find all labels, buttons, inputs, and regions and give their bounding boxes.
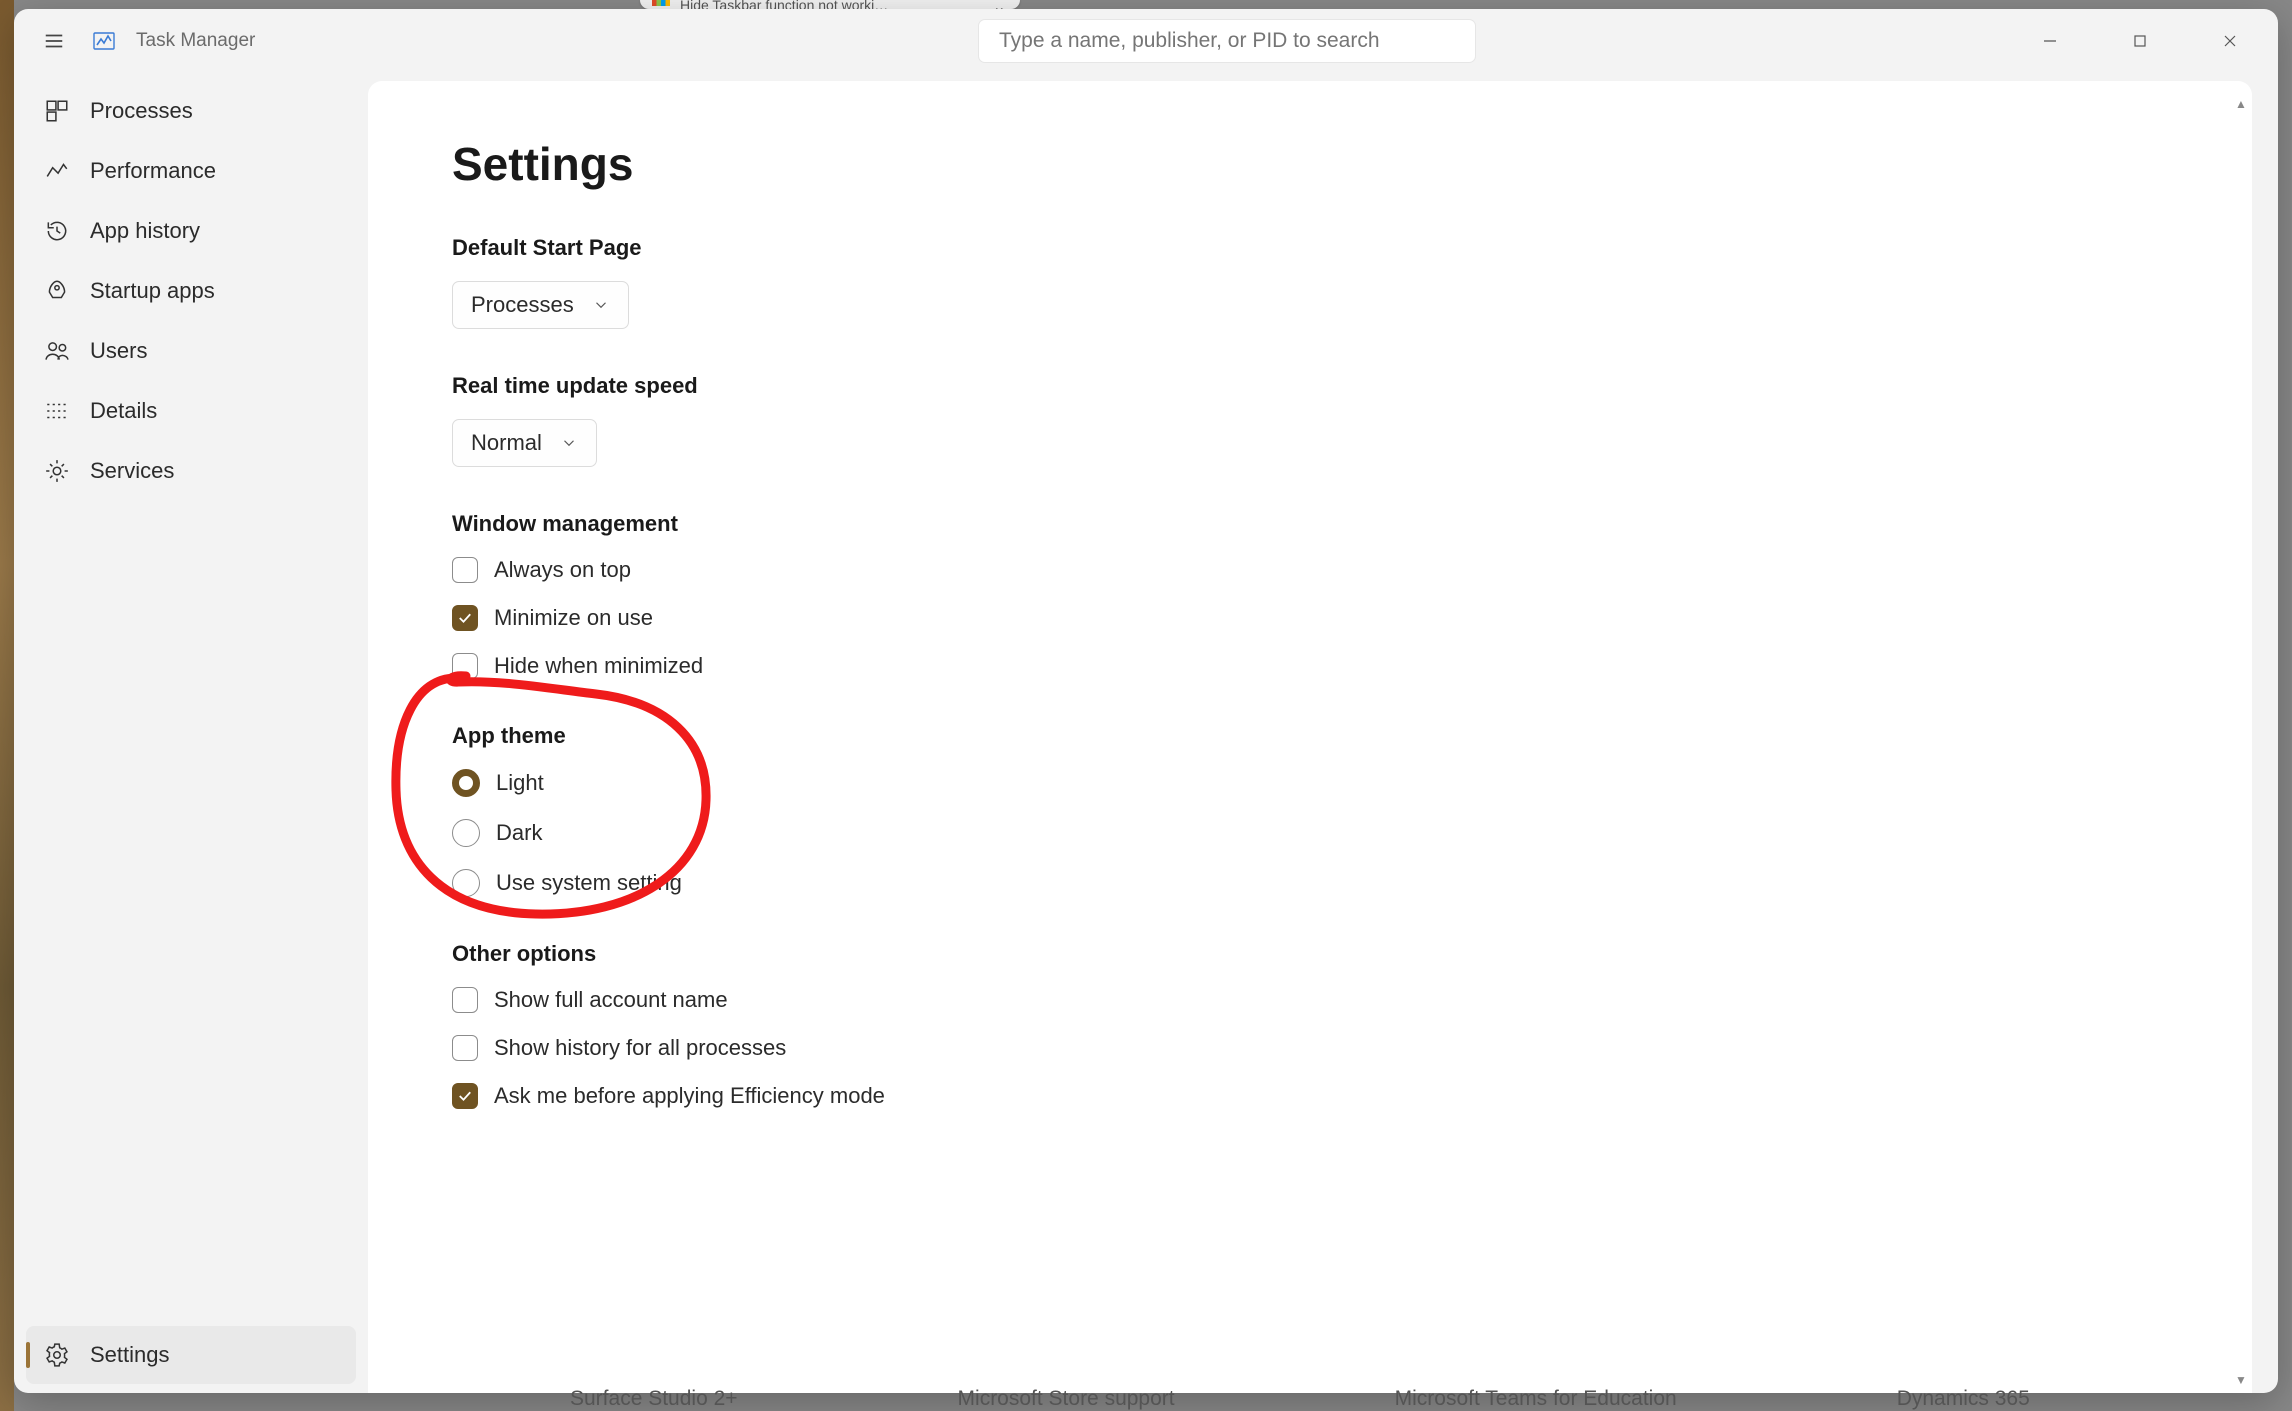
checkbox-label: Always on top bbox=[494, 557, 631, 583]
group-app-theme: App theme Light Dark Use system setting bbox=[452, 723, 2168, 897]
radio-light[interactable]: Light bbox=[452, 769, 2168, 797]
sidebar-item-startup-apps[interactable]: Startup apps bbox=[26, 262, 356, 320]
details-icon bbox=[44, 398, 70, 424]
sidebar: Processes Performance App history Startu… bbox=[14, 73, 368, 1393]
radio-icon bbox=[452, 869, 480, 897]
hamburger-icon bbox=[43, 30, 65, 52]
dropdown-value: Normal bbox=[471, 430, 542, 456]
checkbox-label: Show full account name bbox=[494, 987, 728, 1013]
footer-link[interactable]: Microsoft Store support bbox=[958, 1387, 1175, 1411]
sidebar-item-users[interactable]: Users bbox=[26, 322, 356, 380]
update-speed-label: Real time update speed bbox=[452, 373, 2168, 399]
sidebar-item-app-history[interactable]: App history bbox=[26, 202, 356, 260]
sidebar-item-label: Processes bbox=[90, 98, 193, 124]
performance-icon bbox=[44, 158, 70, 184]
checkbox-show-full-account-name[interactable]: Show full account name bbox=[452, 987, 2168, 1013]
sidebar-item-label: Settings bbox=[90, 1342, 170, 1368]
radio-dark[interactable]: Dark bbox=[452, 819, 2168, 847]
checkmark-icon bbox=[456, 609, 474, 627]
checkbox-hide-when-minimized[interactable]: Hide when minimized bbox=[452, 653, 2168, 679]
checkbox-label: Minimize on use bbox=[494, 605, 653, 631]
checkbox-icon bbox=[452, 557, 478, 583]
task-manager-window: Task Manager Processes bbox=[14, 9, 2278, 1393]
sidebar-item-processes[interactable]: Processes bbox=[26, 82, 356, 140]
desktop-background-stripe bbox=[0, 0, 14, 1411]
checkbox-icon bbox=[452, 605, 478, 631]
services-icon bbox=[44, 458, 70, 484]
group-update-speed: Real time update speed Normal bbox=[452, 373, 2168, 467]
other-options-label: Other options bbox=[452, 941, 2168, 967]
history-icon bbox=[44, 218, 70, 244]
chevron-down-icon bbox=[560, 434, 578, 452]
app-theme-label: App theme bbox=[452, 723, 2168, 749]
tab-favicon bbox=[652, 0, 670, 6]
maximize-icon bbox=[2132, 33, 2148, 49]
sidebar-item-settings[interactable]: Settings bbox=[26, 1326, 356, 1384]
radio-label: Light bbox=[496, 770, 544, 796]
page-title: Settings bbox=[452, 137, 2168, 191]
settings-panel: ▲ ▼ Settings Default Start Page Processe… bbox=[368, 81, 2252, 1393]
sidebar-item-label: Services bbox=[90, 458, 174, 484]
radio-label: Dark bbox=[496, 820, 542, 846]
search-input[interactable] bbox=[997, 28, 1457, 54]
window-management-label: Window management bbox=[452, 511, 2168, 537]
group-default-start-page: Default Start Page Processes bbox=[452, 235, 2168, 329]
chevron-down-icon bbox=[592, 296, 610, 314]
checkbox-efficiency-mode-prompt[interactable]: Ask me before applying Efficiency mode bbox=[452, 1083, 2168, 1109]
checkbox-minimize-on-use[interactable]: Minimize on use bbox=[452, 605, 2168, 631]
checkbox-icon bbox=[452, 1035, 478, 1061]
background-browser-tab[interactable]: Hide Taskbar function not worki… ⌄ bbox=[640, 0, 1020, 9]
checkbox-show-history-all-processes[interactable]: Show history for all processes bbox=[452, 1035, 2168, 1061]
maximize-button[interactable] bbox=[2104, 17, 2176, 65]
radio-icon bbox=[452, 769, 480, 797]
content-area: ▲ ▼ Settings Default Start Page Processe… bbox=[368, 73, 2278, 1393]
checkbox-icon bbox=[452, 653, 478, 679]
sidebar-item-performance[interactable]: Performance bbox=[26, 142, 356, 200]
footer-link[interactable]: Surface Studio 2+ bbox=[570, 1387, 738, 1411]
default-start-page-label: Default Start Page bbox=[452, 235, 2168, 261]
sidebar-item-details[interactable]: Details bbox=[26, 382, 356, 440]
checkbox-label: Show history for all processes bbox=[494, 1035, 786, 1061]
settings-icon bbox=[44, 1342, 70, 1368]
checkbox-label: Ask me before applying Efficiency mode bbox=[494, 1083, 885, 1109]
radio-use-system-setting[interactable]: Use system setting bbox=[452, 869, 2168, 897]
sidebar-item-services[interactable]: Services bbox=[26, 442, 356, 500]
footer-link[interactable]: Dynamics 365 bbox=[1897, 1387, 2030, 1411]
app-title: Task Manager bbox=[136, 30, 255, 52]
checkbox-icon bbox=[452, 987, 478, 1013]
radio-icon bbox=[452, 819, 480, 847]
search-box[interactable] bbox=[978, 19, 1476, 63]
close-icon bbox=[2222, 33, 2238, 49]
radio-label: Use system setting bbox=[496, 870, 682, 896]
default-start-page-dropdown[interactable]: Processes bbox=[452, 281, 629, 329]
scroll-up-button[interactable]: ▲ bbox=[2234, 97, 2248, 111]
titlebar: Task Manager bbox=[14, 9, 2278, 73]
update-speed-dropdown[interactable]: Normal bbox=[452, 419, 597, 467]
startup-icon bbox=[44, 278, 70, 304]
app-icon bbox=[92, 29, 116, 53]
sidebar-item-label: App history bbox=[90, 218, 200, 244]
dropdown-value: Processes bbox=[471, 292, 574, 318]
footer-link[interactable]: Microsoft Teams for Education bbox=[1395, 1387, 1677, 1411]
sidebar-item-label: Details bbox=[90, 398, 157, 424]
minimize-icon bbox=[2042, 33, 2058, 49]
background-page-footer: Surface Studio 2+ Microsoft Store suppor… bbox=[570, 1387, 2270, 1411]
checkbox-icon bbox=[452, 1083, 478, 1109]
group-other-options: Other options Show full account name Sho… bbox=[452, 941, 2168, 1109]
checkbox-always-on-top[interactable]: Always on top bbox=[452, 557, 2168, 583]
checkmark-icon bbox=[456, 1087, 474, 1105]
sidebar-item-label: Startup apps bbox=[90, 278, 215, 304]
hamburger-menu-button[interactable] bbox=[34, 21, 74, 61]
checkbox-label: Hide when minimized bbox=[494, 653, 703, 679]
minimize-button[interactable] bbox=[2014, 17, 2086, 65]
users-icon bbox=[44, 338, 70, 364]
processes-icon bbox=[44, 98, 70, 124]
scroll-down-button[interactable]: ▼ bbox=[2234, 1373, 2248, 1387]
sidebar-item-label: Performance bbox=[90, 158, 216, 184]
sidebar-item-label: Users bbox=[90, 338, 147, 364]
close-button[interactable] bbox=[2194, 17, 2266, 65]
group-window-management: Window management Always on top Minimize… bbox=[452, 511, 2168, 679]
